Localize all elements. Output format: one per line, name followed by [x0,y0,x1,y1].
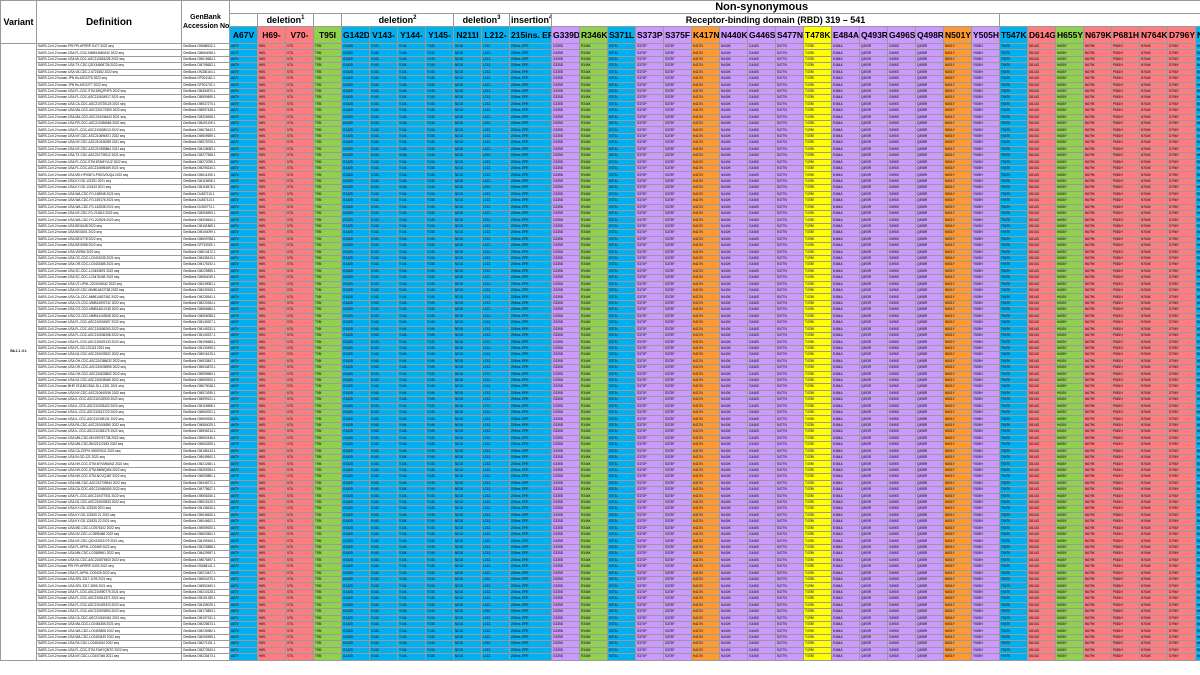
mutation-header-a67v: A67V [229,26,258,44]
mutation-header-s373p: S373P [635,26,664,44]
mutation-header-n856k: N856K [1195,26,1200,44]
mutation-cell: L212- [481,653,510,661]
mutation-cell: Y145- [425,653,454,661]
mutation-cell: D614G [1027,653,1056,661]
mutation-header-s375f: S375F [663,26,692,44]
mutation-header-q493r: Q493R [859,26,888,44]
deletion-2-group: deletion2 [341,13,454,27]
definition-header: Definition [36,0,182,44]
accession-label-2: Accession No. [183,23,230,30]
table-row: SARS-CoV-2 human USA NY-CDC-LC0447046 20… [1,653,1200,661]
mutation-cell: N501Y [943,653,972,661]
mutation-cell: N679K [1083,653,1112,661]
deletion-3-group: deletion3 [453,13,510,27]
blank-group-1 [229,13,258,27]
mutation-header-v143-: V143- [369,26,398,44]
mutation-cell: N211I [453,653,482,661]
mutation-cell: Y144- [397,653,426,661]
mutation-cell: S477N [775,653,804,661]
mutation-header-d796y: D796Y [1167,26,1196,44]
accession-header: GenBank Accession No. [181,0,230,44]
mutation-header-p681h: P681H [1111,26,1140,44]
insertion-group: insertion4 [509,13,552,27]
mutation-cell: Q498R [915,653,944,661]
deletion-1-group-footnote: 1 [301,15,305,21]
mutation-header-d614g: D614G [1027,26,1056,44]
mutation-cell: N764K [1139,653,1168,661]
mutation-header-s371l: S371L [607,26,636,44]
accession-cell: GenBank OM226473.1 [181,653,230,661]
deletion-3-group-footnote: 3 [497,15,501,21]
mutation-header-t547k: T547K [999,26,1028,44]
mutation-cell: N440K [719,653,748,661]
mutation-header-h655y: H655Y [1055,26,1084,44]
mutation-header-g339d: G339D [551,26,580,44]
mutation-header-y505h: Y505H [971,26,1000,44]
variant-cell: BA.1.1 -0.1 [0,43,37,661]
mutation-header-t478k: T478K [803,26,832,44]
mutation-cell: T95I [313,653,342,661]
mutation-cell: N856K [1195,653,1200,661]
rbd-group: Receptor-binding domain (RBD) 319 – 541 [551,13,1000,27]
mutation-header-v70-: V70- [285,26,314,44]
mutation-cell: G496S [887,653,916,661]
mutation-cell: K417N [691,653,720,661]
deletion-1-group: deletion1 [257,13,314,27]
mutation-cell: T478K [803,653,832,661]
mutation-header-g142d: G142D [341,26,370,44]
mutation-cell: H655Y [1055,653,1084,661]
mutation-header-s477n: S477N [775,26,804,44]
mutation-header-g496s: G496S [887,26,916,44]
mutation-cell: G446S [747,653,776,661]
mutation-cell: V143- [369,653,398,661]
mutation-cell: Y505H [971,653,1000,661]
mutation-header-e484a: E484A [831,26,860,44]
deletion-1-group-label: deletion [266,15,302,25]
mutation-cell: D796Y [1167,653,1196,661]
mutation-header-l212-: L212- [481,26,510,44]
mutation-header-g446s: G446S [747,26,776,44]
deletion-2-group-label: deletion [378,15,414,25]
mutation-cell: E484A [831,653,860,661]
mutation-cell: S371L [607,653,636,661]
mutation-header-n211i: N211I [453,26,482,44]
rbd-group-label: Receptor-binding domain (RBD) 319 – 541 [685,15,866,25]
mutation-cell: V70- [285,653,314,661]
mutation-table-sheet: Variant Definition GenBank Accession No. Non… [0,0,1200,675]
mutation-header-q498r: Q498R [915,26,944,44]
mutation-cell: 215ins. EPE [509,653,552,661]
mutation-table: Variant Definition GenBank Accession No. Non… [0,0,1200,661]
mutation-header-y145-: Y145- [425,26,454,44]
non-synonymous-header: Non-synonymous [228,0,1200,14]
definition-cell: SARS-CoV-2 human USA NY-CDC-LC0447046 20… [36,653,182,661]
mutation-cell: P681H [1111,653,1140,661]
mutation-cell: S373P [635,653,664,661]
mutation-header-n440k: N440K [719,26,748,44]
mutation-header-n764k: N764K [1139,26,1168,44]
mutation-cell: T547K [999,653,1028,661]
mutation-header-k417n: K417N [691,26,720,44]
blank-group-3 [998,13,1200,27]
mutation-cell: H69- [257,653,286,661]
mutation-header-n501y: N501Y [943,26,972,44]
mutation-header-h69-: H69- [257,26,286,44]
accession-label-1: GenBank [190,14,221,21]
mutation-cell: A67V [229,653,258,661]
deletion-3-group-label: deletion [462,15,498,25]
mutation-cell: G142D [341,653,370,661]
mutation-cell: R346K [579,653,608,661]
mutation-cell: S375F [663,653,692,661]
mutation-header-215ins-epe: 215ins. EPE [509,26,552,44]
blank-group-2 [313,13,342,27]
mutation-header-t95i: T95I [313,26,342,44]
mutation-cell: G339D [551,653,580,661]
insertion-group-label: insertion [511,15,550,25]
mutation-header-n679k: N679K [1083,26,1112,44]
mutation-header-r346k: R346K [579,26,608,44]
variant-header: Variant [0,0,37,44]
mutation-cell: Q493R [859,653,888,661]
mutation-header-y144-: Y144- [397,26,426,44]
deletion-2-group-footnote: 2 [413,15,417,21]
